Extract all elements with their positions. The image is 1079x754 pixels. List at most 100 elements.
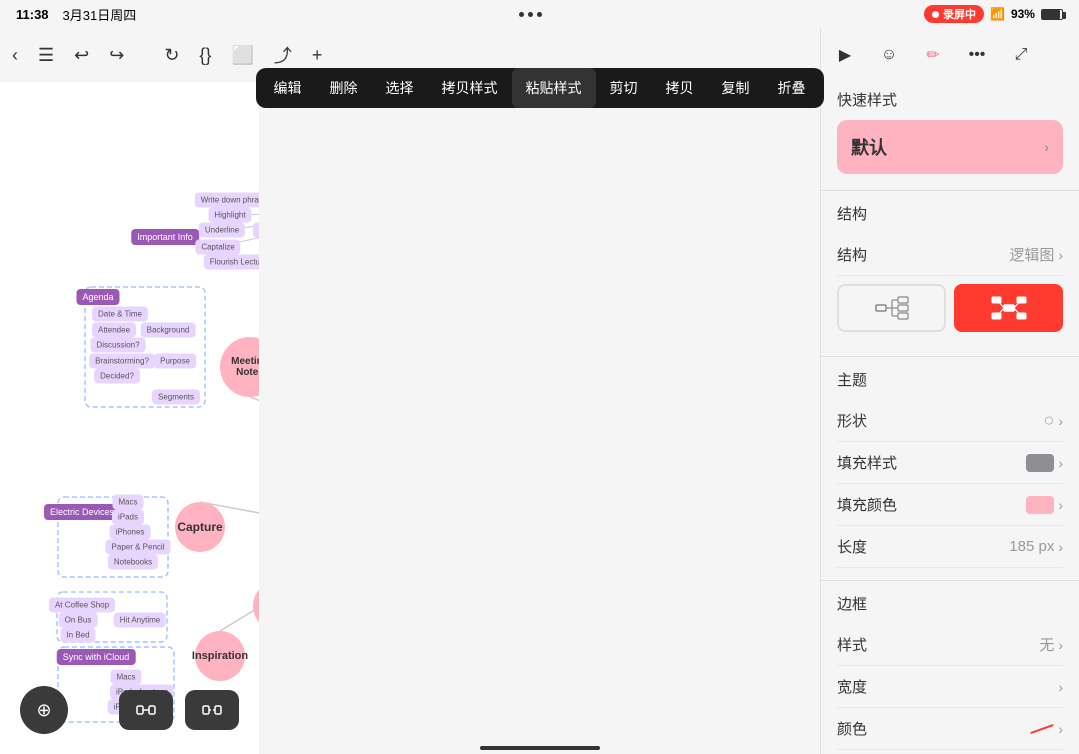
shape-label: 形状	[837, 410, 867, 431]
default-style-button[interactable]: 默认 ›	[837, 120, 1063, 174]
border-color-label: 颜色	[837, 718, 867, 739]
fill-style-row[interactable]: 填充样式 ›	[837, 442, 1063, 484]
context-menu: 编辑 删除 选择 拷贝样式 粘贴样式 剪切 拷贝 复制 折叠	[256, 68, 824, 108]
emoji-icon[interactable]: ☺	[873, 39, 905, 71]
sm-decided: Decided?	[94, 369, 140, 384]
layers-icon: ⊕	[36, 700, 51, 721]
small-sync[interactable]: Sync with iCloud	[57, 649, 136, 665]
connect-icon	[136, 702, 156, 718]
struct-box-left[interactable]	[837, 284, 946, 332]
list-button[interactable]: ☰	[38, 39, 54, 71]
sm-paper: Paper & Pencil	[106, 540, 171, 555]
fill-style-swatch	[1026, 454, 1054, 472]
loop-icon[interactable]: ↻	[164, 39, 179, 71]
external-icon[interactable]: ⤴	[274, 39, 292, 71]
fill-style-label: 填充样式	[837, 452, 897, 473]
struct-left-icon	[874, 294, 910, 322]
fill-color-chevron: ›	[1058, 497, 1063, 513]
fill-style-chevron: ›	[1058, 455, 1063, 471]
length-row[interactable]: 长度 185 px ›	[837, 526, 1063, 568]
sm-background: Background	[141, 323, 196, 338]
chevron-icon: ›	[1044, 139, 1049, 155]
code-icon[interactable]: {}	[199, 39, 211, 71]
fill-color-row[interactable]: 填充颜色 ›	[837, 484, 1063, 526]
sm-discussion: Discussion?	[90, 338, 145, 353]
top-right-toolbar: ▶ ☺ ✏ ••• ⤢	[820, 28, 1079, 82]
border-color-row[interactable]: 颜色 ›	[837, 708, 1063, 750]
ctx-copy[interactable]: 拷贝	[652, 68, 708, 108]
toolbar: ‹ ☰ ↩ ↪ ↻ {} ⬜ ⤴ +	[0, 28, 259, 82]
length-label: 长度	[837, 536, 867, 557]
ctx-copy-style[interactable]: 拷贝样式	[428, 68, 512, 108]
add-button[interactable]: +	[312, 39, 323, 71]
undo-button[interactable]: ↩	[74, 39, 89, 71]
structure-row-value: 逻辑图 ›	[1009, 244, 1063, 265]
border-color-swatch	[1031, 723, 1054, 733]
sm-notebooks: Notebooks	[108, 555, 158, 570]
ctx-fold[interactable]: 折叠	[764, 68, 820, 108]
ctx-edit[interactable]: 编辑	[260, 68, 316, 108]
ctx-paste-style[interactable]: 粘贴样式	[512, 68, 596, 108]
shape-value: ○ ›	[1043, 410, 1063, 431]
canvas-area[interactable]: Writing Notes Lecture Notes Book Notes M…	[0, 82, 259, 754]
small-agenda[interactable]: Agenda	[76, 289, 119, 305]
sm-onbus: On Bus	[59, 613, 98, 628]
shape-row[interactable]: 形状 ○ ›	[837, 400, 1063, 442]
sm-brainstorm2: Brainstorming?	[89, 354, 155, 369]
sm-underline: Underline	[199, 223, 245, 238]
connect-button[interactable]	[119, 690, 173, 730]
sm-purpose: Purpose	[154, 354, 196, 369]
ctx-delete[interactable]: 删除	[316, 68, 372, 108]
move-icon	[202, 702, 222, 718]
ctx-select[interactable]: 选择	[372, 68, 428, 108]
select-icon[interactable]: ⬜	[231, 39, 253, 71]
sm-keypoints: Key Points	[253, 223, 259, 238]
node-ideas[interactable]: Ideas	[253, 581, 259, 631]
battery-label: 93%	[1011, 7, 1035, 21]
fill-style-value: ›	[1026, 454, 1063, 472]
small-important-info[interactable]: Important Info	[131, 229, 199, 245]
ctx-duplicate[interactable]: 复制	[708, 68, 764, 108]
node-capture[interactable]: Capture	[175, 502, 225, 552]
sm-macs2: Macs	[110, 670, 141, 685]
sm-macs1: Macs	[112, 495, 143, 510]
battery-icon	[1041, 9, 1063, 20]
play-icon[interactable]: ▶	[829, 39, 861, 71]
default-label: 默认	[851, 134, 887, 160]
redo-button[interactable]: ↪	[109, 39, 124, 71]
border-style-row[interactable]: 样式 无 ›	[837, 624, 1063, 666]
sm-ipads1: iPads	[112, 510, 144, 525]
theme-section: 主题 形状 ○ › 填充样式 › 填充颜色 › 长度 185 px	[821, 356, 1079, 580]
fill-color-swatch	[1026, 496, 1054, 514]
structure-chevron: ›	[1058, 247, 1063, 263]
bottom-icons	[119, 690, 239, 730]
quick-style-section: 快速样式 默认 ›	[821, 77, 1079, 190]
border-width-row[interactable]: 宽度 ›	[837, 666, 1063, 708]
border-width-label: 宽度	[837, 676, 867, 697]
quick-style-title: 快速样式	[837, 89, 1063, 110]
structure-layout	[837, 284, 1063, 332]
move-button[interactable]	[185, 690, 239, 730]
back-button[interactable]: ‹	[12, 39, 18, 71]
border-style-label: 样式	[837, 634, 867, 655]
length-value: 185 px ›	[1009, 538, 1063, 555]
status-bar: 11:38 3月31日周四 录屏中 📶 93%	[0, 0, 1079, 28]
border-style-chevron: ›	[1058, 637, 1063, 653]
structure-row[interactable]: 结构 逻辑图 ›	[837, 234, 1063, 276]
struct-box-center[interactable]	[954, 284, 1063, 332]
node-inspiration[interactable]: Inspiration	[195, 631, 245, 681]
sm-iphones1: iPhones	[110, 525, 151, 540]
more-icon[interactable]: •••	[961, 39, 993, 71]
structure-section: 结构 结构 逻辑图 ›	[821, 190, 1079, 356]
node-meeting-notes[interactable]: Meeting Notes	[220, 337, 259, 397]
sm-inbed: In Bed	[60, 628, 95, 643]
time-display: 11:38	[16, 7, 49, 22]
fill-color-label: 填充颜色	[837, 494, 897, 515]
expand-icon[interactable]: ⤢	[1005, 39, 1037, 71]
sm-attendee: Attendee	[92, 323, 136, 338]
ctx-cut[interactable]: 剪切	[596, 68, 652, 108]
pen-icon[interactable]: ✏	[917, 39, 949, 71]
date-display: 3月31日周四	[63, 5, 137, 24]
layers-button[interactable]: ⊕	[20, 686, 68, 734]
small-electric[interactable]: Electric Devices	[44, 504, 120, 520]
